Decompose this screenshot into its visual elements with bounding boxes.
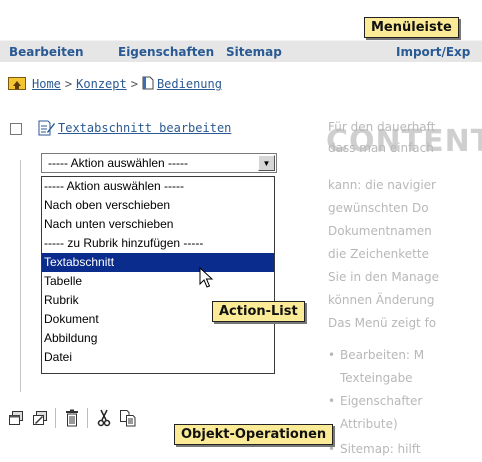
select-checkbox[interactable]	[10, 123, 22, 135]
action-select[interactable]: ----- Aktion auswählen ----- ▼	[41, 153, 277, 173]
menubar-callout: Menüleiste	[364, 17, 459, 38]
breadcrumb-home[interactable]: Home	[32, 77, 61, 91]
trash-icon[interactable]	[62, 408, 82, 428]
document-icon	[142, 76, 154, 93]
content-line: Sie in den Manage	[328, 270, 439, 284]
content-bullet-dot: •	[328, 394, 336, 408]
content-line: gewünschten Do	[328, 201, 429, 215]
action-option[interactable]: Tabelle	[42, 272, 274, 291]
tab-sitemap[interactable]: Sitemap	[226, 45, 282, 59]
edit-text-icon[interactable]	[38, 120, 56, 139]
breadcrumb-separator: >	[64, 77, 73, 91]
toolbar-separator	[55, 408, 56, 428]
content-line: Das Menü zeigt fo	[328, 316, 437, 330]
content-line: können Änderung	[328, 293, 435, 307]
breadcrumb-separator: >	[130, 77, 138, 91]
menu-bar: Bearbeiten Eigenschaften Sitemap Import/…	[0, 40, 482, 62]
content-line: Für den dauerhaft	[328, 120, 436, 134]
edit-section-link[interactable]: Textabschnitt bearbeiten	[58, 121, 231, 135]
action-option[interactable]: Abbildung	[42, 329, 274, 348]
chevron-down-icon[interactable]: ▼	[258, 155, 275, 171]
content-line: dass man einfach	[328, 141, 434, 155]
tab-import-export[interactable]: Import/Exp	[396, 45, 470, 59]
content-preview: CONTENT Für den dauerhaft dass man einfa…	[322, 116, 482, 462]
toolbar-separator	[87, 408, 88, 428]
breadcrumb: Home > Konzept > Bedienung	[8, 74, 222, 94]
action-option[interactable]: Nach oben verschieben	[42, 196, 274, 215]
tab-bearbeiten[interactable]: Bearbeiten	[9, 45, 84, 59]
content-bullet: Texteingabe	[340, 371, 413, 385]
action-option-selected[interactable]: Textabschnitt	[42, 253, 274, 272]
mouse-pointer-icon	[199, 266, 215, 292]
content-bullet-dot: •	[328, 348, 336, 362]
action-option[interactable]: Datei	[42, 348, 274, 367]
breadcrumb-bedienung[interactable]: Bedienung	[157, 77, 222, 91]
window-restore-icon[interactable]	[6, 408, 26, 428]
home-folder-icon	[8, 76, 26, 93]
content-bullet: Sitemap: hilft	[340, 442, 421, 456]
window-edit-icon[interactable]	[30, 408, 50, 428]
copy-icon[interactable]	[118, 408, 138, 428]
content-line: Dokumentnamen	[328, 224, 432, 238]
breadcrumb-konzept[interactable]: Konzept	[76, 77, 127, 91]
content-bullet: Eigenschafter	[340, 394, 423, 408]
action-select-value: ----- Aktion auswählen -----	[48, 156, 189, 170]
cut-icon[interactable]	[94, 408, 114, 428]
content-line: die Zeichenkette	[328, 247, 429, 261]
content-bullet: Bearbeiten: M	[340, 348, 425, 362]
object-operations-callout: Objekt-Operationen	[174, 424, 334, 445]
action-list: ----- Aktion auswählen ----- Nach oben v…	[41, 176, 275, 374]
content-line: kann: die navigier	[328, 178, 436, 192]
panel-divider	[20, 160, 21, 392]
action-option[interactable]: ----- Aktion auswählen -----	[42, 177, 274, 196]
action-list-callout: Action-List	[212, 301, 305, 322]
content-bullet: Attribute)	[340, 417, 398, 431]
tab-eigenschaften[interactable]: Eigenschaften	[118, 45, 214, 59]
action-option[interactable]: ----- zu Rubrik hinzufügen -----	[42, 234, 274, 253]
action-option[interactable]: Nach unten verschieben	[42, 215, 274, 234]
